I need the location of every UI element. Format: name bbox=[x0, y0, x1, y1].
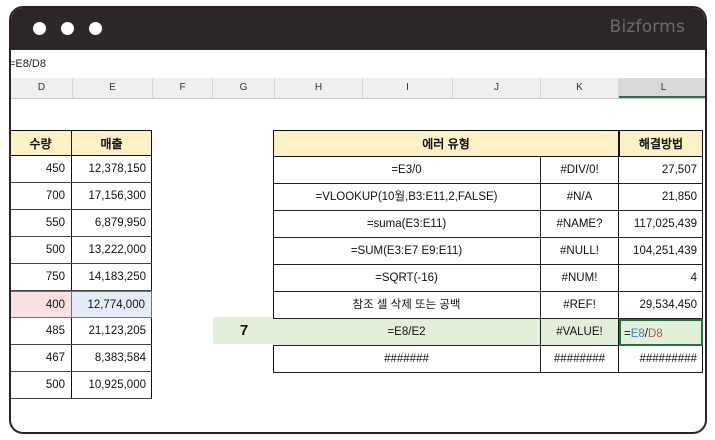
solution-cell[interactable]: 4 bbox=[619, 265, 703, 292]
window-dot-icon[interactable] bbox=[89, 22, 102, 35]
sheet-grid[interactable]: 수량 매출 450 12,378,150 700 17,156,300 550 6,879,9… bbox=[11, 99, 705, 432]
sales-cell[interactable]: 12,774,000 bbox=[71, 291, 152, 318]
header-solution: 해결방법 bbox=[619, 130, 703, 157]
sales-cell[interactable]: 21,123,205 bbox=[71, 318, 152, 345]
sales-cell[interactable]: 14,183,250 bbox=[71, 264, 152, 291]
error-code-cell[interactable]: #NULL! bbox=[541, 238, 619, 265]
header-error-type: 에러 유형 bbox=[273, 130, 619, 157]
column-header-f[interactable]: F bbox=[153, 78, 213, 98]
column-header-e[interactable]: E bbox=[73, 78, 153, 98]
solution-cell[interactable]: ######### bbox=[619, 346, 703, 373]
formula-cell[interactable]: =E3/0 bbox=[273, 157, 541, 184]
qty-cell[interactable]: 500 bbox=[11, 237, 72, 264]
qty-cell[interactable]: 450 bbox=[11, 156, 72, 183]
error-code-cell[interactable]: ######## bbox=[541, 346, 619, 373]
column-headers: D E F G H I J K L bbox=[11, 78, 705, 99]
qty-cell[interactable]: 500 bbox=[11, 372, 72, 399]
solution-cell[interactable]: 104,251,439 bbox=[619, 238, 703, 265]
formula-cell[interactable]: =SQRT(-16) bbox=[273, 265, 541, 292]
sales-cell[interactable]: 12,378,150 bbox=[71, 156, 152, 183]
active-formula-cell[interactable]: =E8/D8 bbox=[619, 319, 703, 346]
brand-logo: Bizforms bbox=[609, 17, 685, 37]
row-label-cell[interactable]: 7 bbox=[213, 317, 275, 344]
column-header-l[interactable]: L bbox=[619, 78, 705, 98]
error-code-cell[interactable]: #NUM! bbox=[541, 265, 619, 292]
solution-cell[interactable]: 29,534,450 bbox=[619, 292, 703, 319]
sales-cell[interactable]: 8,383,584 bbox=[71, 345, 152, 372]
sales-cell[interactable]: 17,156,300 bbox=[71, 183, 152, 210]
qty-cell[interactable]: 550 bbox=[11, 210, 72, 237]
column-header-i[interactable]: I bbox=[363, 78, 453, 98]
error-code-cell[interactable]: #VALUE! bbox=[541, 319, 619, 346]
formula-bar[interactable]: =E8/D8 bbox=[11, 50, 705, 79]
formula-cell[interactable]: =E8/E2 bbox=[273, 319, 541, 346]
header-sales: 매출 bbox=[71, 130, 152, 156]
formula-ref-e8: E8 bbox=[630, 328, 645, 340]
error-code-cell[interactable]: #N/A bbox=[541, 184, 619, 211]
error-code-cell[interactable]: #DIV/0! bbox=[541, 157, 619, 184]
solution-cell[interactable]: 21,850 bbox=[619, 184, 703, 211]
qty-cell[interactable]: 700 bbox=[11, 183, 72, 210]
qty-cell[interactable]: 467 bbox=[11, 345, 72, 372]
formula-equals: = bbox=[624, 328, 631, 340]
header-qty: 수량 bbox=[11, 130, 72, 156]
qty-cell[interactable]: 750 bbox=[11, 264, 72, 291]
formula-bar-text[interactable]: =E8/D8 bbox=[11, 50, 46, 78]
column-header-h[interactable]: H bbox=[275, 78, 363, 98]
formula-cell[interactable]: =VLOOKUP(10월,B3:E11,2,FALSE) bbox=[273, 184, 541, 211]
formula-cell[interactable]: =suma(E3:E11) bbox=[273, 211, 541, 238]
column-header-d[interactable]: D bbox=[11, 78, 73, 98]
column-header-j[interactable]: J bbox=[453, 78, 541, 98]
error-code-cell[interactable]: #REF! bbox=[541, 292, 619, 319]
window-dot-icon[interactable] bbox=[61, 22, 74, 35]
title-bar: Bizforms bbox=[11, 8, 705, 50]
error-code-cell[interactable]: #NAME? bbox=[541, 211, 619, 238]
sales-cell[interactable]: 6,879,950 bbox=[71, 210, 152, 237]
sales-cell[interactable]: 10,925,000 bbox=[71, 372, 152, 399]
column-header-g[interactable]: G bbox=[213, 78, 275, 98]
solution-cell[interactable]: 117,025,439 bbox=[619, 211, 703, 238]
window-dot-icon[interactable] bbox=[33, 22, 46, 35]
qty-cell[interactable]: 485 bbox=[11, 318, 72, 345]
formula-ref-d8: D8 bbox=[648, 328, 663, 340]
sales-cell[interactable]: 13,222,000 bbox=[71, 237, 152, 264]
app-window: Bizforms =E8/D8 D E F G H I J K L 수량 매출 45… bbox=[9, 6, 707, 434]
solution-cell[interactable]: 27,507 bbox=[619, 157, 703, 184]
formula-cell[interactable]: 참조 셀 삭제 또는 공백 bbox=[273, 292, 541, 319]
formula-cell[interactable]: ####### bbox=[273, 346, 541, 373]
column-header-k[interactable]: K bbox=[541, 78, 619, 98]
formula-cell[interactable]: =SUM(E3:E7 E9:E11) bbox=[273, 238, 541, 265]
qty-cell[interactable]: 400 bbox=[11, 291, 72, 318]
